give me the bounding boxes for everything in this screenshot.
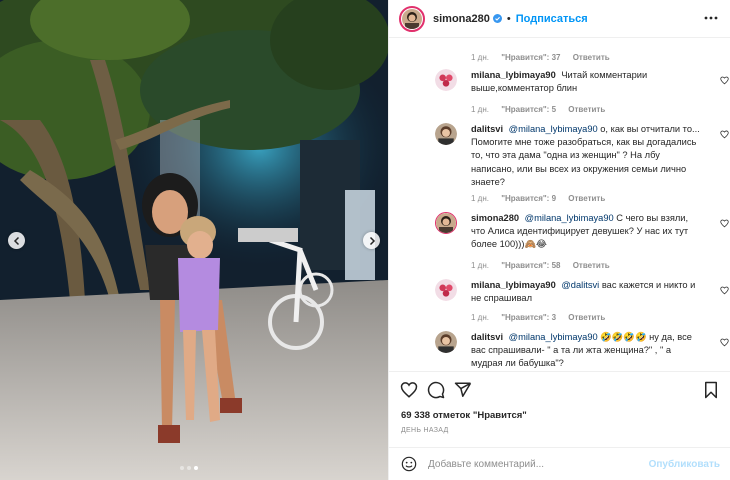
- comment-likes[interactable]: "Нравится": 3: [501, 313, 556, 322]
- comment-body: simona280 @milana_lybimaya90 С чего вы в…: [471, 212, 703, 252]
- comment-meta: 1 дн. "Нравится": 37 Ответить: [471, 53, 620, 62]
- heart-icon[interactable]: [720, 76, 729, 85]
- post-time[interactable]: ДЕНЬ НАЗАД: [401, 427, 449, 434]
- share-icon[interactable]: [454, 381, 472, 399]
- comment-meta: 1 дн. "Нравится": 3 Ответить: [471, 313, 615, 322]
- comment-likes[interactable]: "Нравится": 58: [501, 261, 560, 270]
- add-comment-bar: Опубликовать: [389, 447, 730, 480]
- comment-meta: 1 дн. "Нравится": 9 Ответить: [471, 194, 615, 203]
- verified-icon: [492, 14, 502, 23]
- comment-username[interactable]: dalitsvi: [471, 332, 503, 342]
- heart-icon[interactable]: [720, 286, 729, 295]
- comment-body: dalitsvi @milana_lybimaya90 о, как вы от…: [471, 123, 703, 189]
- carousel-dot: [180, 466, 184, 470]
- comment-time: 1 дн.: [471, 313, 489, 322]
- comment-username[interactable]: milana_lybimaya90: [471, 280, 556, 290]
- carousel-dot: [187, 466, 191, 470]
- reply-button[interactable]: Ответить: [568, 105, 605, 114]
- comments-list[interactable]: 1 дн. "Нравится": 37 Ответить milana_lyb…: [389, 39, 730, 371]
- chevron-right-icon: [369, 236, 375, 245]
- post-side-panel: simona280 • Подписаться 1 дн. "Нравится"…: [388, 0, 730, 480]
- reply-button[interactable]: Ответить: [568, 313, 605, 322]
- post-photo: [0, 0, 388, 480]
- author-avatar[interactable]: [399, 5, 425, 32]
- reply-button[interactable]: Ответить: [568, 194, 605, 203]
- comment-body: milana_lybimaya90 @dalitsvi вас кажется …: [471, 279, 703, 305]
- commenter-avatar[interactable]: [435, 212, 457, 234]
- comment-time: 1 дн.: [471, 194, 489, 203]
- comment-meta: 1 дн. "Нравится": 58 Ответить: [471, 261, 620, 270]
- comment-username[interactable]: simona280: [471, 213, 519, 223]
- save-icon[interactable]: [702, 381, 720, 399]
- heart-icon[interactable]: [720, 130, 729, 139]
- carousel-dots: [180, 466, 198, 470]
- comment-likes[interactable]: "Нравится": 5: [501, 105, 556, 114]
- reply-button[interactable]: Ответить: [573, 261, 610, 270]
- commenter-avatar[interactable]: [435, 279, 457, 301]
- comment-time: 1 дн.: [471, 53, 489, 62]
- action-bar: [389, 371, 730, 407]
- heart-icon[interactable]: [720, 219, 729, 228]
- comment-likes[interactable]: "Нравится": 9: [501, 194, 556, 203]
- comment-meta: 1 дн. "Нравится": 5 Ответить: [471, 105, 615, 114]
- publish-button[interactable]: Опубликовать: [649, 459, 720, 470]
- comment-mention[interactable]: @milana_lybimaya90: [509, 124, 598, 134]
- comment-mention[interactable]: @dalitsvi: [561, 280, 599, 290]
- chevron-left-icon: [13, 236, 19, 245]
- comment-time: 1 дн.: [471, 105, 489, 114]
- header-separator: •: [506, 12, 511, 25]
- reply-button[interactable]: Ответить: [573, 53, 610, 62]
- comment-body: dalitsvi @milana_lybimaya90 🤣🤣🤣🤣 ну да, …: [471, 331, 703, 371]
- carousel-dot-active: [194, 466, 198, 470]
- previous-photo-button[interactable]: [8, 232, 25, 249]
- comment-username[interactable]: dalitsvi: [471, 124, 503, 134]
- comment-likes[interactable]: "Нравится": 37: [501, 53, 560, 62]
- heart-icon[interactable]: [400, 381, 418, 399]
- next-photo-button[interactable]: [363, 232, 380, 249]
- comment-body: milana_lybimaya90 Читай комментарии выше…: [471, 69, 703, 95]
- comment-username[interactable]: milana_lybimaya90: [471, 70, 556, 80]
- commenter-avatar[interactable]: [435, 123, 457, 145]
- author-username[interactable]: simona280: [433, 13, 490, 25]
- comment-input[interactable]: [428, 458, 648, 470]
- heart-icon[interactable]: [720, 338, 729, 347]
- comment-time: 1 дн.: [471, 261, 489, 270]
- photo-scene: [0, 0, 388, 480]
- comment-mention[interactable]: @milana_lybimaya90: [509, 332, 598, 342]
- comment-icon[interactable]: [427, 381, 445, 399]
- comment-mention[interactable]: @milana_lybimaya90: [525, 213, 614, 223]
- post-header: simona280 • Подписаться: [389, 0, 730, 38]
- emoji-icon[interactable]: [401, 456, 417, 472]
- likes-count[interactable]: 69 338 отметок "Нравится": [401, 410, 527, 421]
- commenter-avatar[interactable]: [435, 69, 457, 91]
- follow-button[interactable]: Подписаться: [516, 13, 588, 25]
- more-icon[interactable]: [703, 10, 719, 26]
- commenter-avatar[interactable]: [435, 331, 457, 353]
